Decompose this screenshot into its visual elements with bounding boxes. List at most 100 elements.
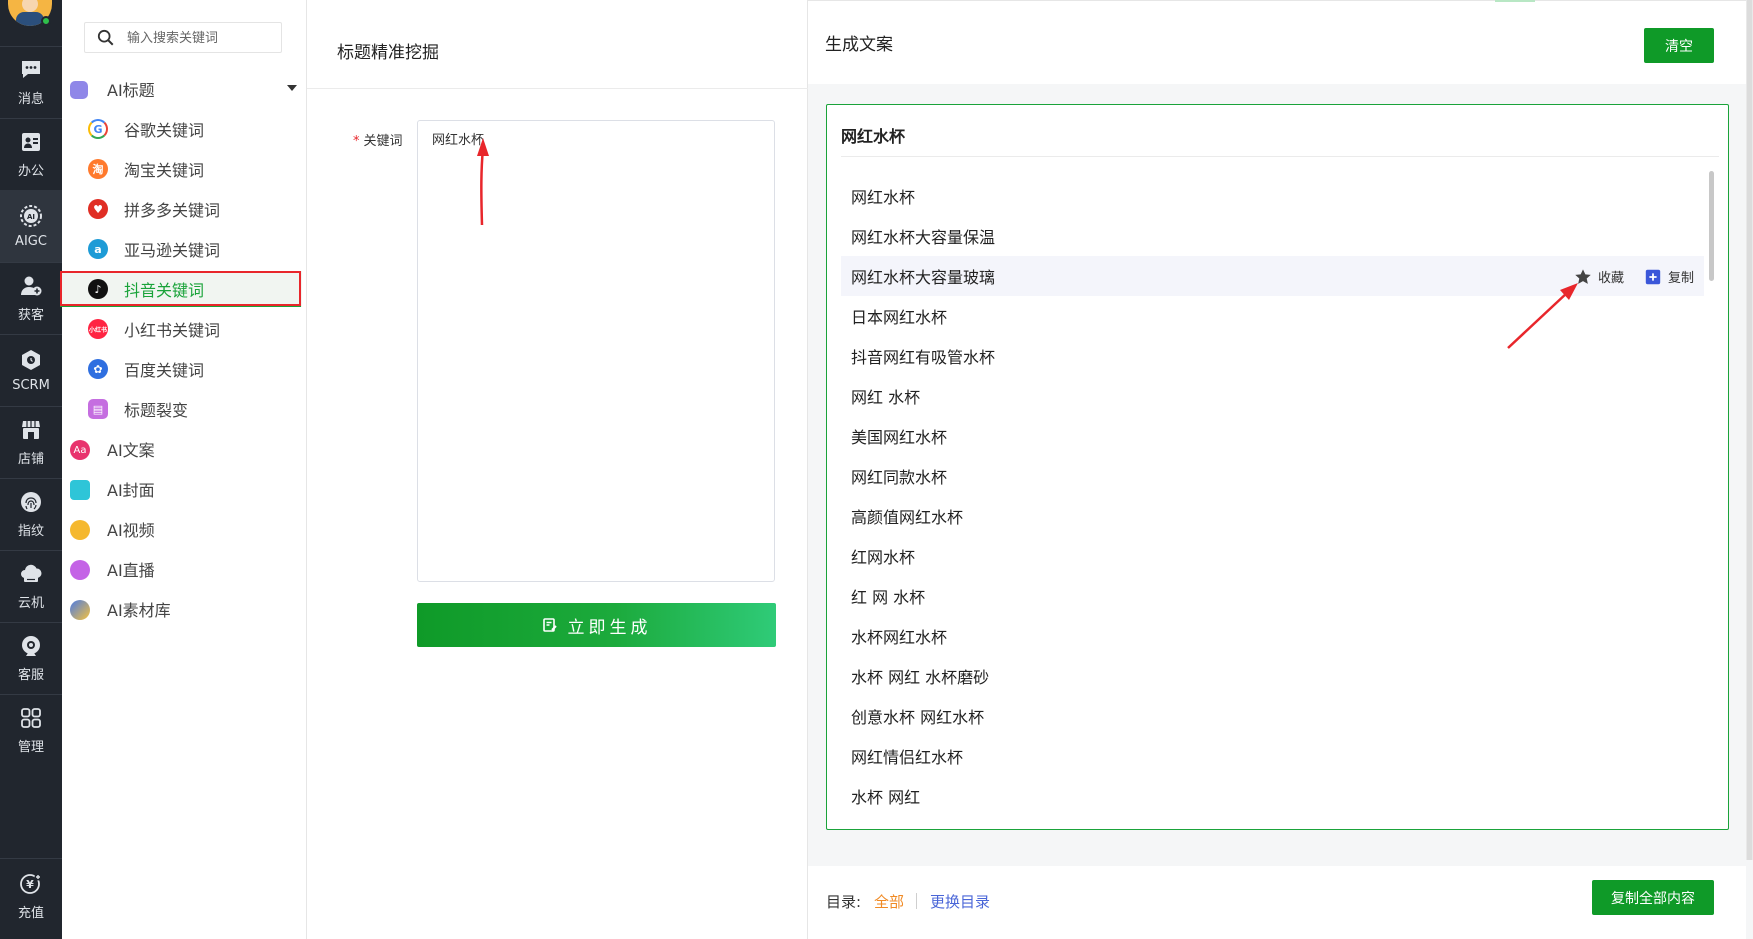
recharge-button[interactable]: ¥ 充值 xyxy=(0,860,62,932)
menu-group-label: AI封面 xyxy=(107,481,155,500)
collect-button[interactable]: 收藏 xyxy=(1574,267,1624,286)
menu-item-douyin[interactable]: ♪ 抖音关键词 xyxy=(62,271,302,307)
result-scrollbar[interactable] xyxy=(1709,171,1714,281)
menu-item-label: 拼多多关键词 xyxy=(124,201,221,220)
result-header: 生成文案 清空 xyxy=(808,0,1746,84)
menu-item-label: 谷歌关键词 xyxy=(124,121,205,140)
row-actions: 收藏 复制 xyxy=(1554,267,1694,286)
menu-group-ai-title[interactable]: AI标题 xyxy=(62,71,307,107)
cloud-phone-icon xyxy=(19,562,43,586)
result-row-text: 日本网红水杯 xyxy=(851,308,948,327)
rail-item-label: 店铺 xyxy=(17,451,44,467)
rail-item-cloud-phone[interactable]: 云机 xyxy=(0,550,62,622)
result-list: 网红水杯 网红水杯大容量保温 网红水杯大容量玻璃 收藏 复制 日本网红水杯 抖音… xyxy=(841,176,1704,816)
menu-group-ai-video[interactable]: AI视频 xyxy=(62,511,876,547)
generate-button[interactable]: 立即生成 xyxy=(417,603,776,647)
xiaohongshu-icon: 小红书 xyxy=(88,319,108,339)
clear-button[interactable]: 清空 xyxy=(1644,28,1714,63)
panel-scrollbar[interactable] xyxy=(1747,0,1752,860)
result-row[interactable]: 抖音网红有吸管水杯 xyxy=(841,336,1704,376)
rail-item-service[interactable]: 客服 xyxy=(0,622,62,694)
result-box: 网红水杯 网红水杯 网红水杯大容量保温 网红水杯大容量玻璃 收藏 复制 日本网红… xyxy=(826,104,1729,830)
rail-item-message[interactable]: 消息 xyxy=(0,46,62,118)
result-row[interactable]: 网红水杯大容量保温 xyxy=(841,216,1704,256)
menu-group-ai-cover[interactable]: AI封面 xyxy=(62,471,876,507)
rail-item-manage[interactable]: 管理 xyxy=(0,694,62,766)
menu-item-xiaohongshu[interactable]: 小红书 小红书关键词 xyxy=(62,311,307,347)
generate-label: 立即生成 xyxy=(567,617,652,638)
result-row[interactable]: 高颜值网红水杯 xyxy=(841,496,1704,536)
rail-item-label: 获客 xyxy=(17,307,44,323)
directory-all-link[interactable]: 全部 xyxy=(874,891,904,912)
rail-item-aigc[interactable]: AI AIGC xyxy=(0,190,62,262)
baidu-icon: ✿ xyxy=(88,359,108,379)
result-row[interactable]: 网红 水杯 xyxy=(841,376,1704,416)
menu-group-label: AI视频 xyxy=(107,521,155,540)
copy-button[interactable]: 复制 xyxy=(1644,267,1694,286)
result-row-text: 水杯网红水杯 xyxy=(851,628,948,647)
menu-group-ai-copywriting[interactable]: Aa AI文案 xyxy=(62,431,876,467)
result-row[interactable]: 水杯 网红 xyxy=(841,776,1704,816)
rail-item-fingerprint[interactable]: 指纹 xyxy=(0,478,62,550)
page-title: 标题精准挖掘 xyxy=(337,43,439,63)
rail-item-shop[interactable]: 店铺 xyxy=(0,406,62,478)
result-row-text: 高颜值网红水杯 xyxy=(851,508,964,527)
rail-item-label: 云机 xyxy=(17,595,44,611)
form-panel: 标题精准挖掘 *关键词 立即生成 xyxy=(307,0,808,939)
menu-group-ai-live[interactable]: AI直播 xyxy=(62,551,876,587)
rail-item-office[interactable]: 办公 xyxy=(0,118,62,190)
menu-item-amazon[interactable]: a 亚马逊关键词 xyxy=(62,231,307,267)
result-row-text: 网红 水杯 xyxy=(851,388,921,407)
rail-item-label: AIGC xyxy=(15,233,47,249)
live-icon xyxy=(70,560,90,580)
svg-text:AI: AI xyxy=(27,213,35,221)
result-row-text: 抖音网红有吸管水杯 xyxy=(851,348,996,367)
svg-text:¥: ¥ xyxy=(26,878,34,891)
copywriting-icon-text: Aa xyxy=(73,444,87,456)
result-row[interactable]: 创意水杯 网红水杯 xyxy=(841,696,1704,736)
rail-item-scrm[interactable]: SCRM xyxy=(0,334,62,406)
result-row[interactable]: 水杯 网红 水杯磨砂 xyxy=(841,656,1704,696)
result-row[interactable]: 美国网红水杯 xyxy=(841,416,1704,456)
online-status-dot xyxy=(41,16,51,26)
menu-item-baidu[interactable]: ✿ 百度关键词 xyxy=(62,351,307,387)
keyword-label: * 关键词 xyxy=(353,130,403,149)
menu-item-title-fission[interactable]: ▤ 标题裂变 xyxy=(62,391,307,427)
result-row-text: 网红水杯大容量保温 xyxy=(851,228,996,247)
office-icon xyxy=(19,130,43,154)
menu-item-label: 淘宝关键词 xyxy=(124,161,205,180)
result-row[interactable]: 网红同款水杯 xyxy=(841,456,1704,496)
rail-item-label: 客服 xyxy=(17,667,44,683)
rail-item-label: 管理 xyxy=(17,739,44,755)
grid-icon xyxy=(19,706,43,730)
rail-item-leads[interactable]: 获客 xyxy=(0,262,62,334)
active-item-underline xyxy=(60,305,301,307)
result-row[interactable]: 网红情侣红水杯 xyxy=(841,736,1704,776)
result-row[interactable]: 网红水杯 xyxy=(841,176,1704,216)
rail-item-label: 办公 xyxy=(17,163,44,179)
chevron-down-icon xyxy=(287,85,297,91)
change-directory-link[interactable]: 更换目录 xyxy=(930,891,990,912)
copy-all-button[interactable]: 复制全部内容 xyxy=(1592,880,1714,915)
menu-item-label: 亚马逊关键词 xyxy=(124,241,221,260)
shop-icon xyxy=(19,418,43,442)
result-row-text: 网红同款水杯 xyxy=(851,468,948,487)
menu-item-taobao[interactable]: 淘 淘宝关键词 xyxy=(62,151,307,187)
result-row[interactable]: 红 网 水杯 xyxy=(841,576,1704,616)
result-row-text: 水杯 网红 xyxy=(851,788,921,807)
search-input[interactable] xyxy=(127,29,272,47)
copy-label: 复制 xyxy=(1667,271,1694,286)
collect-label: 收藏 xyxy=(1597,271,1624,286)
menu-item-pinduoduo[interactable]: ♥ 拼多多关键词 xyxy=(62,191,307,227)
result-row[interactable]: 日本网红水杯 xyxy=(841,296,1704,336)
menu-group-ai-library[interactable]: AI素材库 xyxy=(62,591,876,627)
menu-item-google[interactable]: G 谷歌关键词 xyxy=(62,111,307,147)
result-row[interactable]: 红网水杯 xyxy=(841,536,1704,576)
result-row[interactable]: 水杯网红水杯 xyxy=(841,616,1704,656)
star-icon xyxy=(1575,268,1591,284)
result-row-text: 红 网 水杯 xyxy=(851,588,926,607)
keyword-textarea[interactable] xyxy=(417,120,775,582)
chat-icon xyxy=(19,58,43,82)
library-icon xyxy=(70,600,90,620)
result-row[interactable]: 网红水杯大容量玻璃 收藏 复制 xyxy=(841,256,1704,296)
